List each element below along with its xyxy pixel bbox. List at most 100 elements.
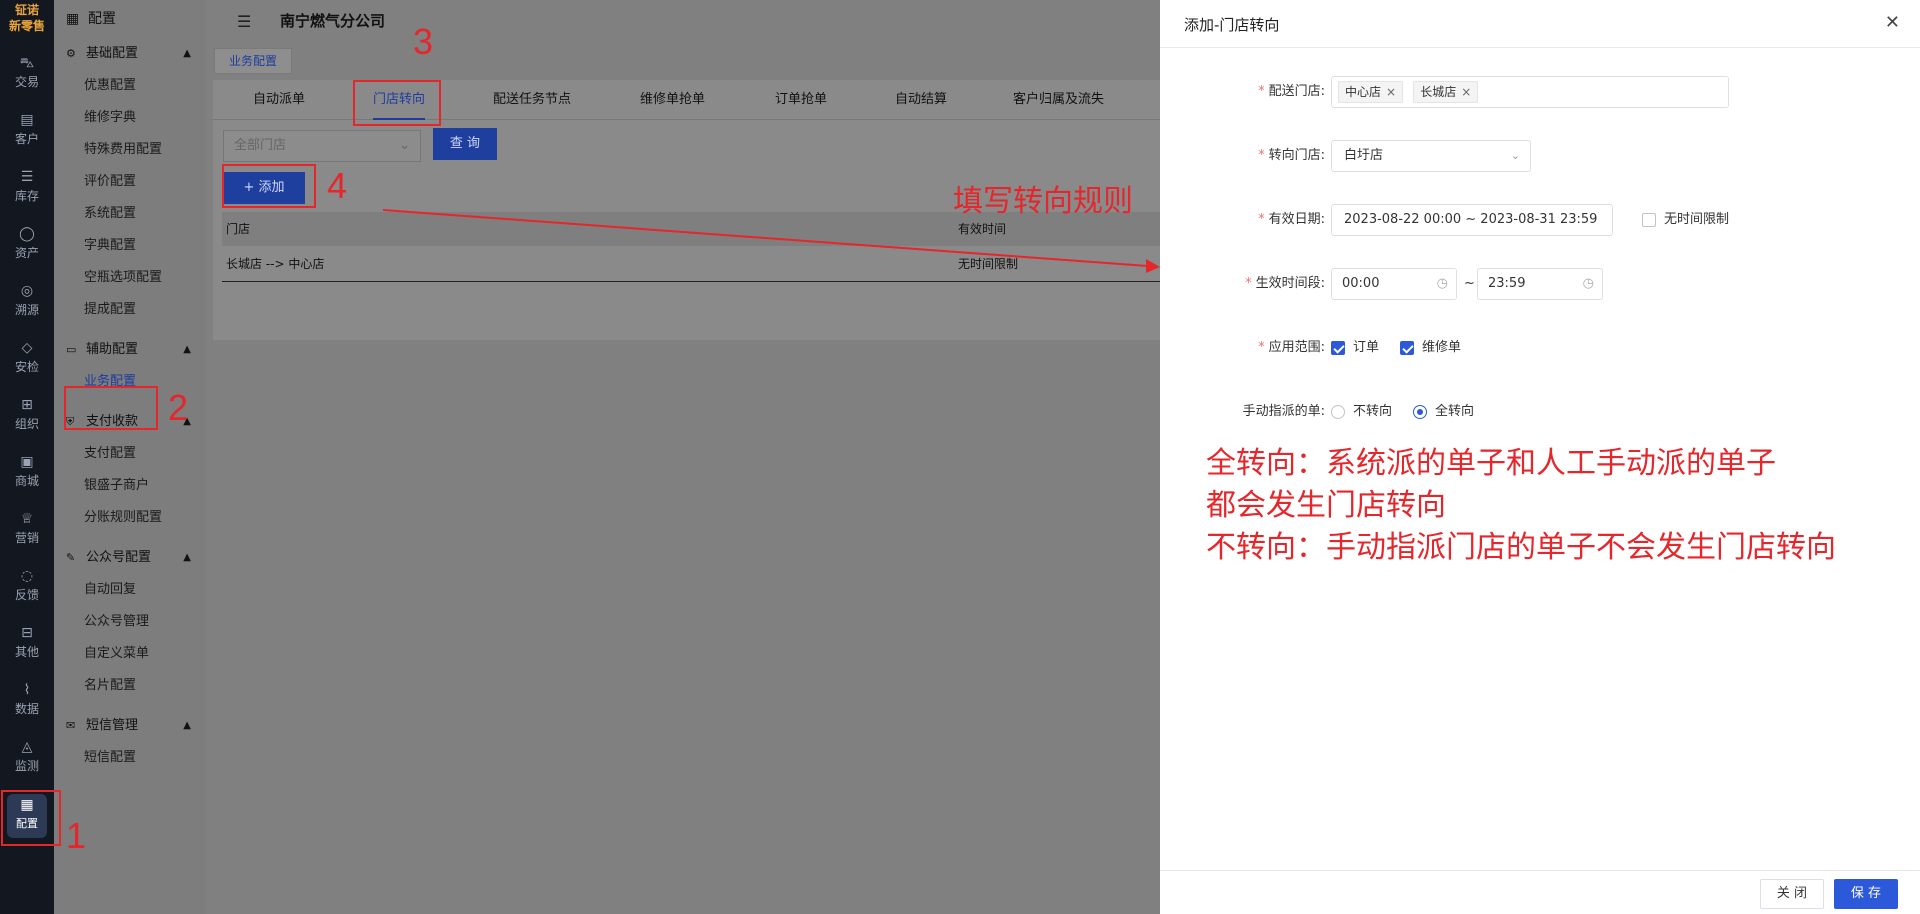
checkbox-checked-icon [1331,341,1345,355]
menu-group[interactable]: ✉ 短信管理 ▲ [54,710,205,742]
tab-7[interactable]: 客户归属及流失 [1013,80,1104,120]
logo-line2: 新零售 [8,19,45,33]
rail-item-label: 组织 [14,417,39,431]
annotation-note-2: 都会发生门店转向 [1206,488,1446,523]
close-icon[interactable]: × [1386,85,1396,99]
rail-item-3[interactable]: ☰ 库存 [0,166,54,218]
redirect-store-label: * 转向门店: [1258,148,1325,163]
id-card-icon: ▤ [20,112,34,128]
menu-group-title: 辅助配置 [86,342,139,357]
period-end-input[interactable]: 23:59 ◷ [1477,268,1603,300]
rail-item-label: 溯源 [14,303,39,317]
menu-item[interactable]: 名片配置 [54,670,205,702]
rail-item-11[interactable]: ⊟ 其他 [0,622,54,674]
query-button[interactable]: 查 询 [433,128,497,160]
menu-item[interactable]: 空瓶选项配置 [54,262,205,294]
tab-1[interactable]: 自动派单 [253,80,305,120]
rail-item-label: 安检 [14,360,39,374]
rail-item-label: 交易 [14,75,39,89]
delivery-store-select[interactable]: 中心店 × 长城店 × [1331,76,1729,108]
store-icon: ▣ [20,454,34,470]
menu-item[interactable]: 银盛子商户 [54,470,205,502]
menu-item[interactable]: 字典配置 [54,230,205,262]
period-start-input[interactable]: 00:00 ◷ [1331,268,1457,300]
rail-item-label: 商城 [14,474,39,488]
valid-date-range-input[interactable]: 2023-08-22 00:00 ~ 2023-08-31 23:59 [1331,204,1613,236]
store-filter-select[interactable]: 全部门店 ⌄ [223,130,421,162]
scope-repair-checkbox[interactable]: 维修单 [1400,332,1461,364]
drawer-footer: 关 闭 保 存 [1160,870,1920,914]
checkbox-checked-icon [1400,341,1414,355]
rail-item-4[interactable]: ◯ 资产 [0,223,54,275]
tab-3[interactable]: 配送任务节点 [493,80,571,120]
close-icon[interactable]: × [1461,85,1471,99]
rail-item-8[interactable]: ▣ 商城 [0,451,54,503]
close-icon[interactable]: ✕ [1885,12,1900,33]
menu-item[interactable]: 维修字典 [54,102,205,134]
row-store: 长城店 --> 中心店 [226,257,325,271]
alarm-icon: ◬ [21,739,33,755]
menu-item[interactable]: 分账规则配置 [54,502,205,534]
row-valid-time: 无时间限制 [958,257,1019,271]
scope-order-label: 订单 [1353,340,1380,355]
annotation-fill-rule: 填写转向规则 [953,184,1133,219]
redirect-store-select[interactable]: 白圩店 ⌄ [1331,140,1531,172]
menu-item[interactable]: 提成配置 [54,294,205,326]
delivery-store-row: * 配送门店: 中心店 × 长城店 × [1160,76,1920,108]
rail-item-6[interactable]: ◇ 安检 [0,337,54,389]
table-row[interactable]: 长城店 --> 中心店 无时间限制 [222,246,1193,282]
rail-item-2[interactable]: ▤ 客户 [0,109,54,161]
icon-rail: 钲诺 新零售 ⛍ 交易 ▤ 客户 ☰ 库存 ◯ 资产 ◎ 溯源 ◇ 安检 ⊞ 组织 ▣ 商城 ♕ 营销 ◌ 反馈 ⊟ 其他… [0,0,54,914]
tag-chip: 长城店 × [1413,81,1479,103]
menu-toggle-icon[interactable]: ☰ [237,12,251,31]
menu-group[interactable]: ▭ 辅助配置 ▲ [54,334,205,366]
menu-item[interactable]: 短信配置 [54,742,205,774]
rail-item-7[interactable]: ⊞ 组织 [0,394,54,446]
period-separator: ~ [1464,276,1475,291]
chevron-down-icon: ⌄ [1510,149,1520,162]
clock-icon: ◷ [1436,276,1448,291]
manual-no-redirect-radio[interactable]: 不转向 [1331,396,1392,428]
tab-5[interactable]: 订单抢单 [775,80,827,120]
list-icon: ☰ [20,169,34,185]
manual-row: 手动指派的单: 不转向 全转向 [1160,396,1920,428]
rail-item-1[interactable]: ⛍ 交易 [0,52,54,104]
page-tag[interactable]: 业务配置 [214,48,293,74]
save-button[interactable]: 保 存 [1834,879,1898,909]
apps-icon: ⊟ [21,625,33,641]
annotation-box-1 [1,790,61,846]
scope-order-checkbox[interactable]: 订单 [1331,332,1379,364]
rail-item-label: 库存 [14,189,39,203]
bag-icon: ⛍ [19,55,35,71]
radio-icon [1331,405,1345,419]
tab-6[interactable]: 自动结算 [895,80,947,120]
menu-group-title: 公众号配置 [86,550,152,565]
tab-4[interactable]: 维修单抢单 [640,80,705,120]
menu-item[interactable]: 评价配置 [54,166,205,198]
close-button[interactable]: 关 闭 [1760,879,1824,909]
menu-item[interactable]: 公众号管理 [54,606,205,638]
menu-group[interactable]: ✎ 公众号配置 ▲ [54,542,205,574]
rail-item-12[interactable]: ⌇ 数据 [0,679,54,731]
tag-bar: 业务配置 [214,48,293,74]
annotation-box-4 [222,164,316,208]
menu-item[interactable]: 支付配置 [54,438,205,470]
menu-item[interactable]: 自定义菜单 [54,638,205,670]
no-time-limit-checkbox[interactable]: 无时间限制 [1642,204,1729,236]
menu-item[interactable]: 系统配置 [54,198,205,230]
rail-item-5[interactable]: ◎ 溯源 [0,280,54,332]
rail-item-9[interactable]: ♕ 营销 [0,508,54,560]
menu-item[interactable]: 特殊费用配置 [54,134,205,166]
manual-full-redirect-radio[interactable]: 全转向 [1413,396,1474,428]
menu-group[interactable]: ⚙ 基础配置 ▲ [54,38,205,70]
redirect-store-value: 白圩店 [1344,148,1384,163]
rail-item-13[interactable]: ◬ 监测 [0,736,54,788]
menu-item[interactable]: 优惠配置 [54,70,205,102]
period-row: * 生效时间段: 00:00 ◷ ~ 23:59 ◷ [1160,268,1920,300]
rail-item-10[interactable]: ◌ 反馈 [0,565,54,617]
gear-icon: ⚙ [66,47,76,60]
menu-spacer [54,534,205,542]
menu-group-title: 短信管理 [86,718,139,733]
bulb-icon: ◯ [19,226,35,242]
menu-item[interactable]: 自动回复 [54,574,205,606]
